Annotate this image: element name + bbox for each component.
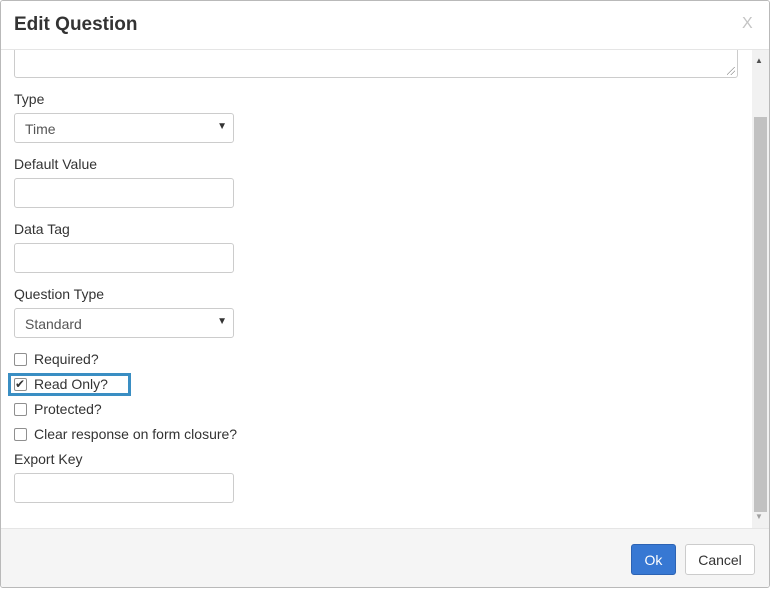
export-key-input[interactable] xyxy=(14,473,234,503)
scrollbar-thumb[interactable] xyxy=(754,117,767,512)
dialog-footer: Ok Cancel xyxy=(1,528,769,587)
question-type-select[interactable]: Standard ▼ xyxy=(14,308,234,338)
type-select-value: Time xyxy=(25,121,56,137)
scroll-up-icon[interactable]: ▲ xyxy=(755,56,763,65)
chevron-down-icon: ▼ xyxy=(217,121,227,132)
chevron-down-icon: ▼ xyxy=(217,316,227,327)
resize-handle-icon[interactable] xyxy=(727,67,735,75)
dialog-header: Edit Question X xyxy=(1,1,769,50)
data-tag-input[interactable] xyxy=(14,243,234,273)
vertical-scrollbar[interactable]: ▲ ▼ xyxy=(752,50,769,528)
dialog-title: Edit Question xyxy=(14,14,138,35)
required-label: Required? xyxy=(34,351,99,367)
type-select[interactable]: Time ▼ xyxy=(14,113,234,143)
scroll-down-icon[interactable]: ▼ xyxy=(755,512,763,521)
clear-response-checkbox[interactable] xyxy=(14,428,27,441)
type-label: Type xyxy=(14,91,45,107)
protected-checkbox[interactable] xyxy=(14,403,27,416)
required-checkbox[interactable] xyxy=(14,353,27,366)
close-icon[interactable]: X xyxy=(742,15,753,33)
export-key-label: Export Key xyxy=(14,451,83,467)
read-only-highlight xyxy=(8,373,131,396)
edit-question-dialog: Edit Question X Type Time ▼ Default Valu… xyxy=(0,0,770,588)
question-type-label: Question Type xyxy=(14,286,105,302)
default-value-label: Default Value xyxy=(14,156,98,172)
protected-label: Protected? xyxy=(34,401,102,417)
default-value-input[interactable] xyxy=(14,178,234,208)
description-textarea[interactable] xyxy=(14,50,738,78)
data-tag-label: Data Tag xyxy=(14,221,70,237)
question-type-select-value: Standard xyxy=(25,316,82,332)
dialog-body: Type Time ▼ Default Value Data Tag Quest… xyxy=(1,50,769,528)
clear-response-label: Clear response on form closure? xyxy=(34,426,238,442)
ok-button[interactable]: Ok xyxy=(631,544,676,575)
cancel-button[interactable]: Cancel xyxy=(685,544,755,575)
